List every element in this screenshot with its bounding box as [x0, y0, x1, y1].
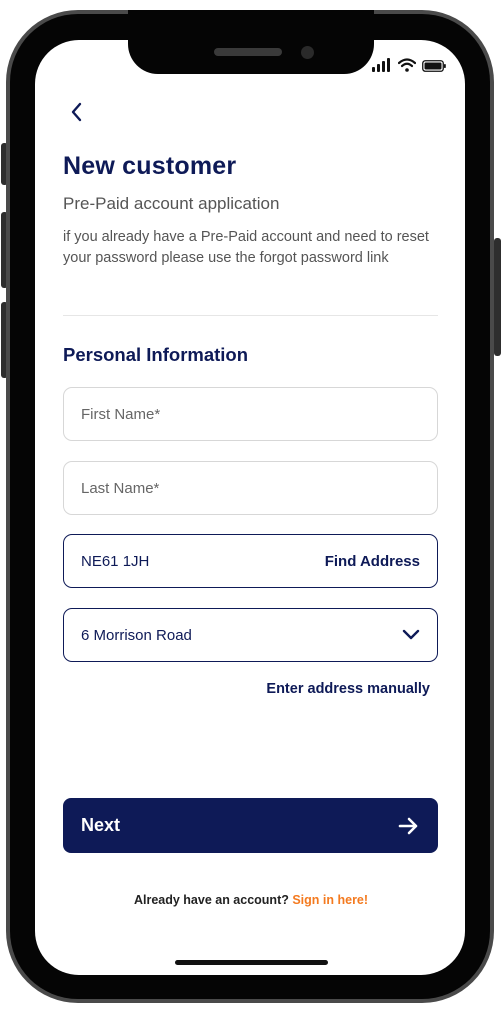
- back-chevron-icon[interactable]: [66, 100, 88, 124]
- signin-prompt-row: Already have an account? Sign in here!: [0, 893, 502, 907]
- next-button-label: Next: [81, 815, 121, 835]
- page-description: if you already have a Pre-Paid account a…: [63, 229, 429, 266]
- last-name-placeholder: Last Name*: [81, 479, 160, 497]
- divider: [63, 315, 438, 316]
- sign-in-link[interactable]: Sign in here!: [292, 893, 368, 907]
- next-button[interactable]: Next: [63, 798, 438, 853]
- power-button: [494, 238, 501, 356]
- speaker-grille: [214, 48, 282, 56]
- find-address-button[interactable]: Find Address: [325, 553, 420, 570]
- notch: [128, 10, 374, 74]
- wifi-icon: [398, 58, 416, 72]
- signin-prompt-text: Already have an account?: [133, 893, 293, 907]
- address-selected-value: 6 Morrison Road: [81, 626, 192, 644]
- chevron-down-icon[interactable]: [402, 629, 420, 641]
- front-camera: [301, 46, 314, 59]
- arrow-right-icon: [398, 817, 418, 834]
- page-title: New customer: [63, 152, 237, 180]
- section-title-personal-information: Personal Information: [63, 344, 249, 365]
- home-indicator[interactable]: [175, 960, 328, 965]
- postcode-field[interactable]: NE61 1JH Find Address: [63, 534, 438, 588]
- signal-icon: [372, 58, 392, 72]
- address-select[interactable]: 6 Morrison Road: [63, 608, 438, 662]
- first-name-placeholder: First Name*: [81, 405, 161, 423]
- postcode-value: NE61 1JH: [81, 552, 150, 570]
- first-name-field[interactable]: First Name*: [63, 387, 438, 441]
- enter-address-manually-link[interactable]: Enter address manually: [266, 681, 430, 697]
- page-subtitle: Pre-Paid account application: [63, 194, 280, 213]
- last-name-field[interactable]: Last Name*: [63, 461, 438, 515]
- battery-icon: [422, 60, 446, 72]
